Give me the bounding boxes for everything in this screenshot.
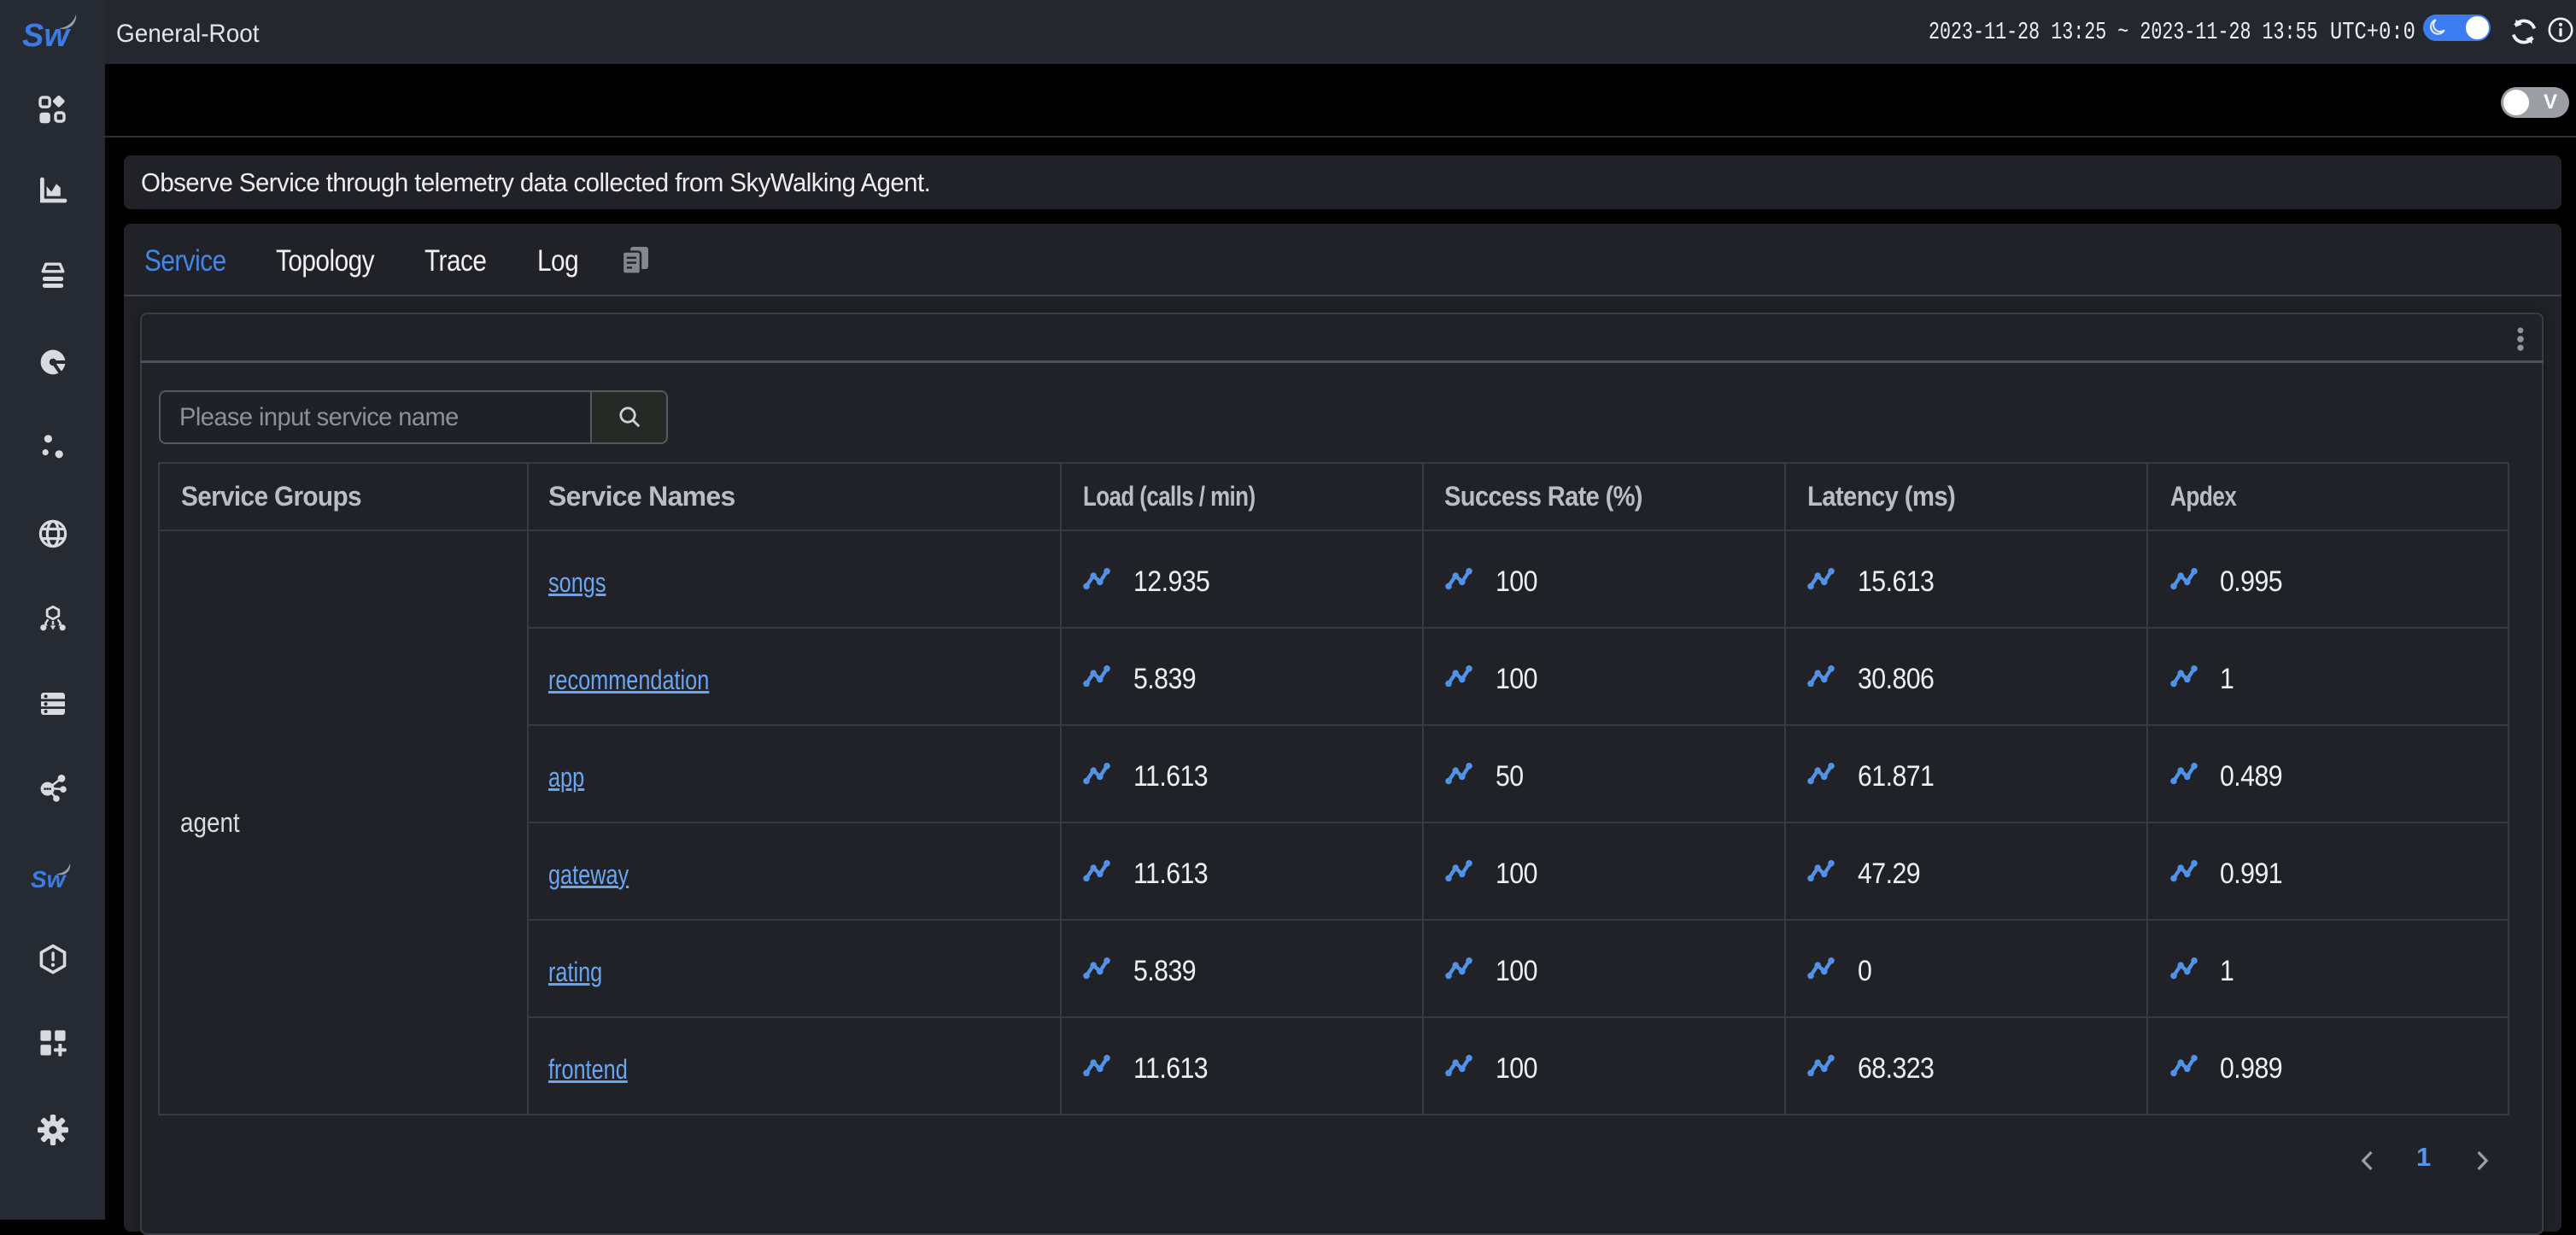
svg-text:Sw: Sw	[22, 18, 71, 54]
svg-text:Sw: Sw	[31, 866, 67, 893]
